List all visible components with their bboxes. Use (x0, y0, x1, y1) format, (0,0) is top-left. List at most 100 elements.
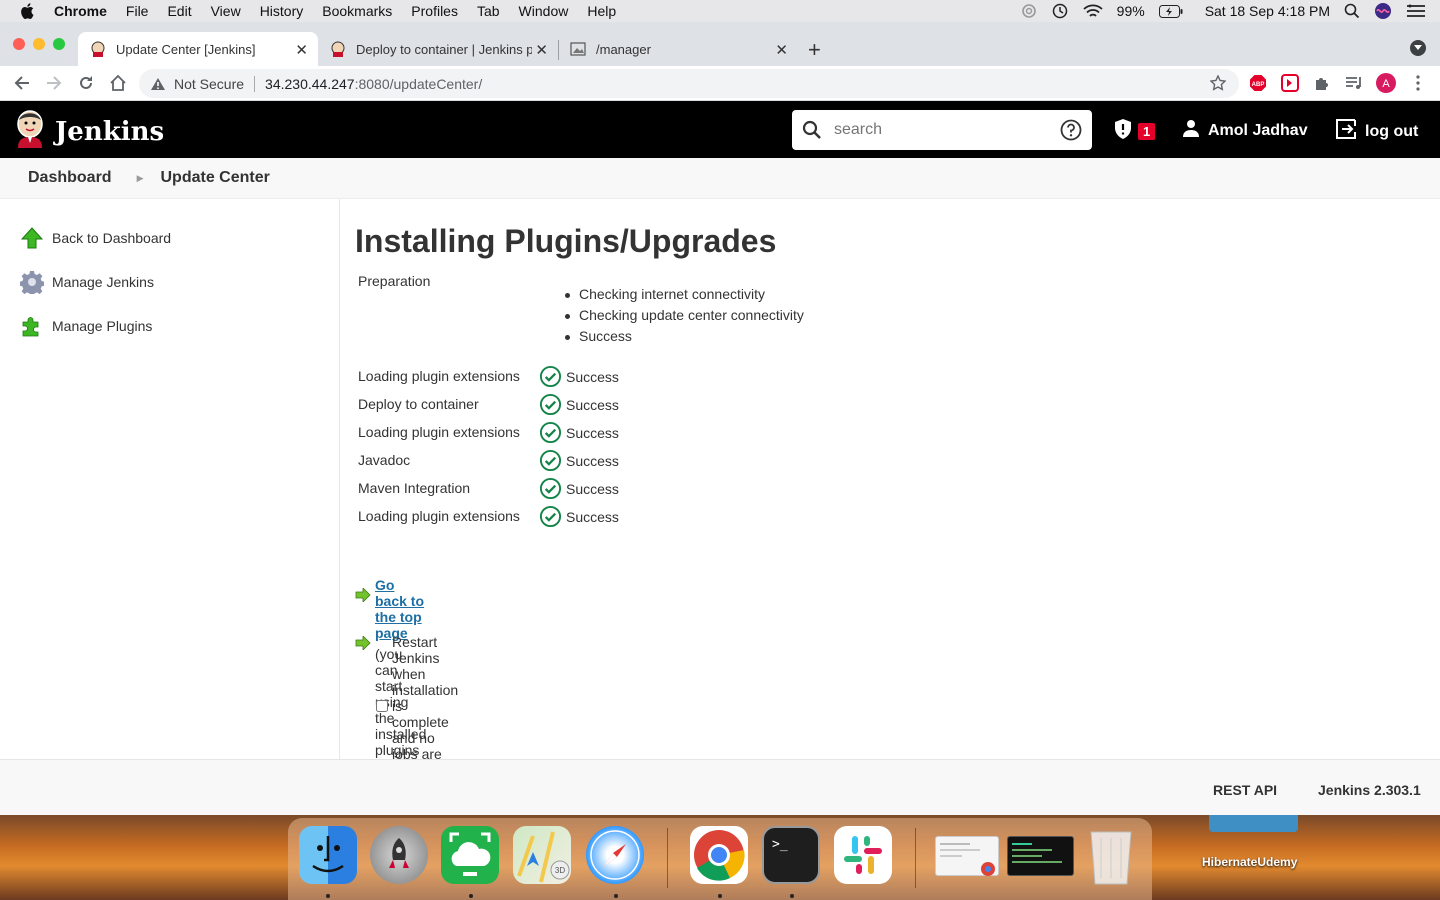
search-input[interactable] (834, 121, 1044, 139)
desktop-folder-label[interactable]: HibernateUdemy (1202, 855, 1297, 869)
control-center-icon[interactable] (1406, 4, 1426, 18)
logout-link[interactable]: log out (1335, 119, 1418, 144)
chrome-menu-icon[interactable] (1409, 74, 1427, 92)
slack-icon[interactable] (834, 826, 892, 884)
menu-bookmarks[interactable]: Bookmarks (322, 3, 392, 19)
address-bar[interactable]: Not Secure 34.230.44.247 :8080/updateCen… (139, 69, 1239, 98)
up-arrow-icon (20, 226, 44, 250)
menu-app-chrome[interactable]: Chrome (54, 3, 107, 19)
spotlight-icon[interactable] (1344, 3, 1360, 19)
sidebar-item-manage-plugins[interactable]: Manage Plugins (20, 314, 152, 338)
profile-avatar[interactable]: A (1376, 73, 1396, 93)
minimize-window-button[interactable] (33, 38, 45, 50)
jenkins-brand[interactable]: Jenkins (55, 117, 164, 147)
tab-deploy-to-container[interactable]: Deploy to container | Jenkins p ✕ (318, 32, 558, 66)
warning-icon[interactable] (150, 77, 166, 91)
menu-help[interactable]: Help (587, 3, 616, 19)
tab-strip: Update Center [Jenkins] ✕ Deploy to cont… (0, 22, 1440, 66)
screen-sharing-icon[interactable] (441, 826, 499, 884)
restart-option[interactable]: Restart Jenkins when installation is com… (375, 634, 458, 778)
preview-window-thumbnail[interactable] (935, 836, 999, 876)
terminal-icon[interactable]: >_ (762, 826, 820, 884)
extension-red-icon[interactable] (1281, 74, 1299, 92)
running-indicator (718, 894, 722, 898)
siri-icon[interactable] (1374, 2, 1392, 20)
battery-icon[interactable] (1158, 4, 1183, 18)
tab-title: Update Center [Jenkins] (116, 41, 256, 57)
logout-label[interactable]: log out (1365, 123, 1418, 141)
success-check-icon (539, 449, 562, 472)
sidebar-item-back-to-dashboard[interactable]: Back to Dashboard (20, 226, 171, 250)
zoom-window-button[interactable] (53, 38, 65, 50)
user-name[interactable]: Amol Jadhav (1208, 122, 1308, 140)
window-controls (13, 38, 65, 50)
breadcrumb-dashboard[interactable]: Dashboard (28, 169, 112, 187)
wifi-icon[interactable] (1083, 4, 1103, 19)
menu-window[interactable]: Window (519, 3, 569, 19)
focus-icon[interactable] (1021, 3, 1037, 19)
go-back-top-link[interactable]: Go back to the top page (375, 577, 426, 641)
puzzle-icon (20, 314, 44, 338)
home-icon[interactable] (109, 74, 127, 92)
dock-separator (915, 828, 916, 888)
time-machine-icon[interactable] (1051, 3, 1069, 19)
close-tab-icon[interactable]: ✕ (775, 41, 788, 59)
breadcrumb-separator-icon[interactable]: ▶ (137, 173, 144, 184)
list-item: Checking internet connectivity (565, 286, 804, 307)
bookmark-star-icon[interactable] (1209, 74, 1227, 94)
sidebar-item-manage-jenkins[interactable]: Manage Jenkins (20, 270, 154, 294)
chrome-icon[interactable] (690, 826, 748, 884)
reload-icon[interactable] (77, 74, 95, 92)
restart-label[interactable]: Restart Jenkins when installation is com… (392, 634, 458, 778)
media-queue-icon[interactable] (1345, 74, 1363, 92)
user-menu[interactable]: Amol Jadhav (1182, 119, 1308, 142)
menu-tab[interactable]: Tab (477, 3, 500, 19)
jenkins-logo[interactable]: Jenkins (15, 110, 164, 153)
menu-view[interactable]: View (211, 3, 241, 19)
install-row-label: Javadoc (358, 452, 411, 468)
menu-history[interactable]: History (260, 3, 304, 19)
desktop-folder-icon[interactable] (1209, 815, 1298, 832)
install-row-label: Maven Integration (358, 480, 471, 496)
trash-icon[interactable] (1085, 826, 1137, 885)
success-check-icon (539, 393, 562, 416)
menu-edit[interactable]: Edit (167, 3, 191, 19)
back-icon[interactable] (13, 74, 31, 92)
jenkins-favicon-icon (90, 41, 106, 57)
new-tab-icon[interactable]: + (808, 37, 821, 63)
adblock-icon[interactable]: ABP (1249, 74, 1267, 92)
jenkins-version-link[interactable]: Jenkins 2.303.1 (1318, 782, 1421, 798)
breadcrumb-update-center[interactable]: Update Center (161, 169, 270, 187)
tab-search-icon[interactable] (1410, 40, 1426, 56)
tab-manager[interactable]: /manager ✕ (558, 32, 798, 66)
tab-update-center[interactable]: Update Center [Jenkins] ✕ (78, 32, 318, 66)
restart-checkbox[interactable] (376, 700, 388, 712)
help-icon[interactable] (1060, 119, 1082, 146)
search-box[interactable] (792, 110, 1092, 150)
jenkins-butler-icon (15, 110, 45, 153)
apple-icon[interactable] (20, 3, 38, 19)
security-label[interactable]: Not Secure (174, 76, 244, 92)
launchpad-icon[interactable] (370, 826, 428, 884)
install-row-status: Success (539, 365, 619, 388)
terminal-window-thumbnail[interactable] (1007, 836, 1074, 876)
browser-toolbar: Not Secure 34.230.44.247 :8080/updateCen… (0, 66, 1440, 101)
jenkins-favicon-icon (330, 41, 346, 57)
forward-icon[interactable] (45, 74, 63, 92)
maps-icon[interactable]: 3D (513, 826, 571, 884)
close-tab-icon[interactable]: ✕ (535, 41, 548, 59)
menu-profiles[interactable]: Profiles (411, 3, 458, 19)
menu-file[interactable]: File (126, 3, 149, 19)
safari-icon[interactable] (586, 826, 644, 884)
running-indicator (614, 894, 618, 898)
clock[interactable]: Sat 18 Sep 4:18 PM (1205, 3, 1330, 19)
finder-icon[interactable] (299, 826, 357, 884)
preparation-label: Preparation (358, 273, 431, 289)
close-tab-icon[interactable]: ✕ (295, 41, 308, 59)
running-indicator (790, 894, 794, 898)
success-check-icon (539, 365, 562, 388)
close-window-button[interactable] (13, 38, 25, 50)
extensions-puzzle-icon[interactable] (1313, 74, 1331, 92)
rest-api-link[interactable]: REST API (1213, 782, 1277, 798)
security-alerts[interactable]: 1 (1113, 118, 1156, 145)
